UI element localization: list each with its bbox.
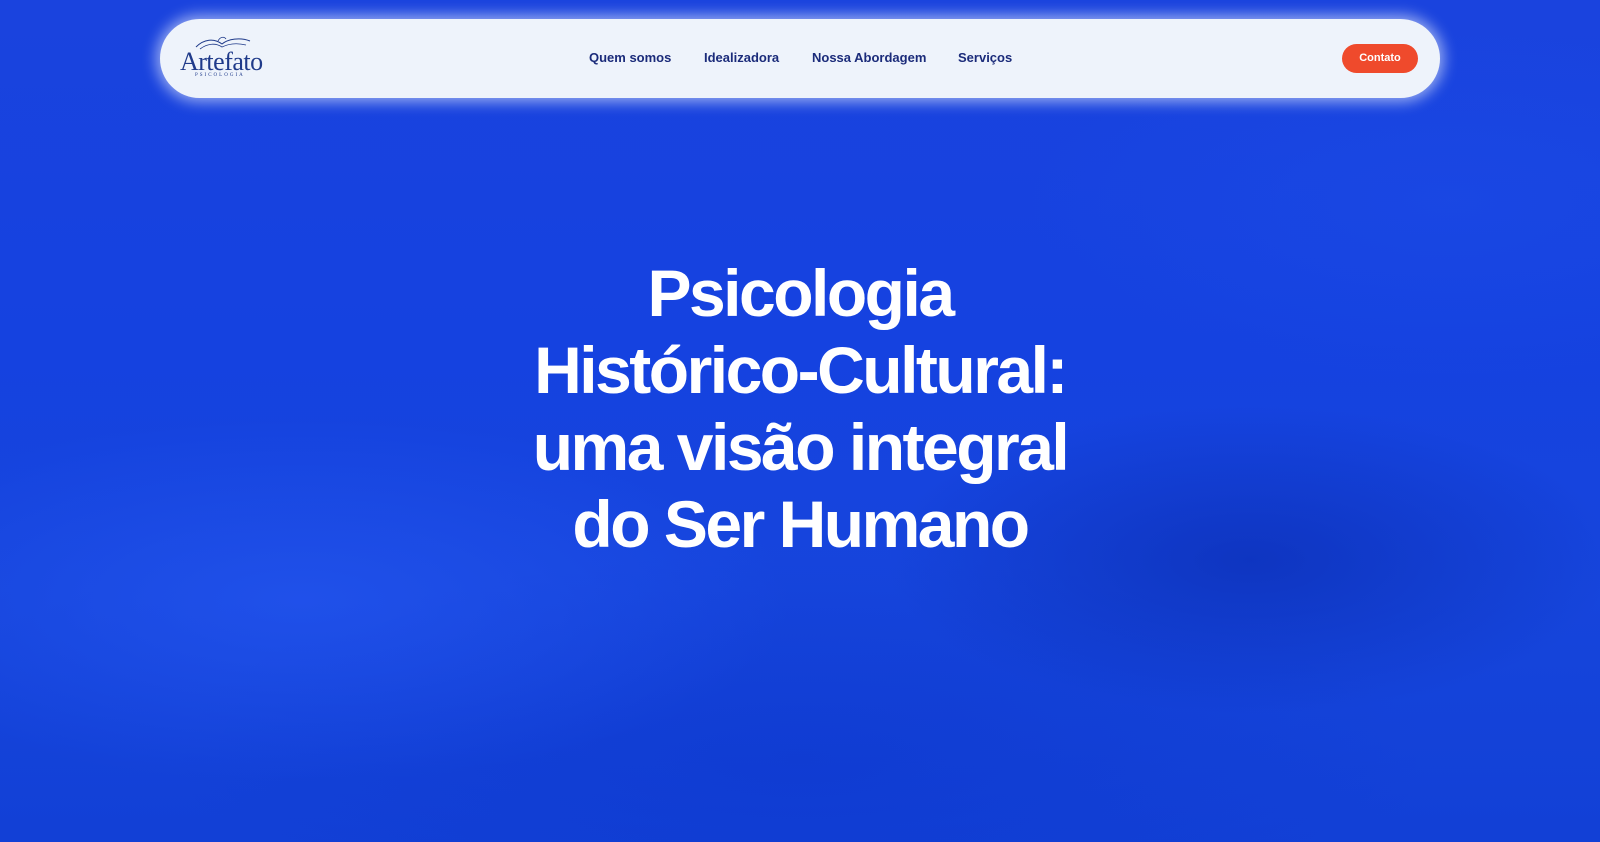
hero-title: Psicologia Histórico-Cultural: uma visão…	[400, 255, 1200, 563]
nav-link-idealizadora[interactable]: Idealizadora	[704, 50, 779, 66]
contact-button[interactable]: Contato	[1342, 44, 1418, 73]
hero-title-line: Psicologia	[647, 256, 955, 330]
logo[interactable]: Artefato PSICOLOGIA	[180, 35, 263, 83]
nav-link-nossa-abordagem[interactable]: Nossa Abordagem	[812, 50, 926, 66]
nav-links: Quem somos Idealizadora Nossa Abordagem …	[160, 19, 1440, 98]
nav-link-quem-somos[interactable]: Quem somos	[589, 50, 671, 66]
hero-title-line: do Ser Humano	[572, 487, 1030, 561]
navbar: Artefato PSICOLOGIA Quem somos Idealizad…	[160, 19, 1440, 98]
logo-subtitle: PSICOLOGIA	[195, 73, 245, 78]
hero-title-line: uma visão integral	[532, 410, 1070, 484]
hero-title-line: Histórico-Cultural:	[534, 333, 1068, 407]
nav-link-servicos[interactable]: Serviços	[958, 50, 1012, 66]
logo-wordmark: Artefato	[180, 47, 263, 76]
